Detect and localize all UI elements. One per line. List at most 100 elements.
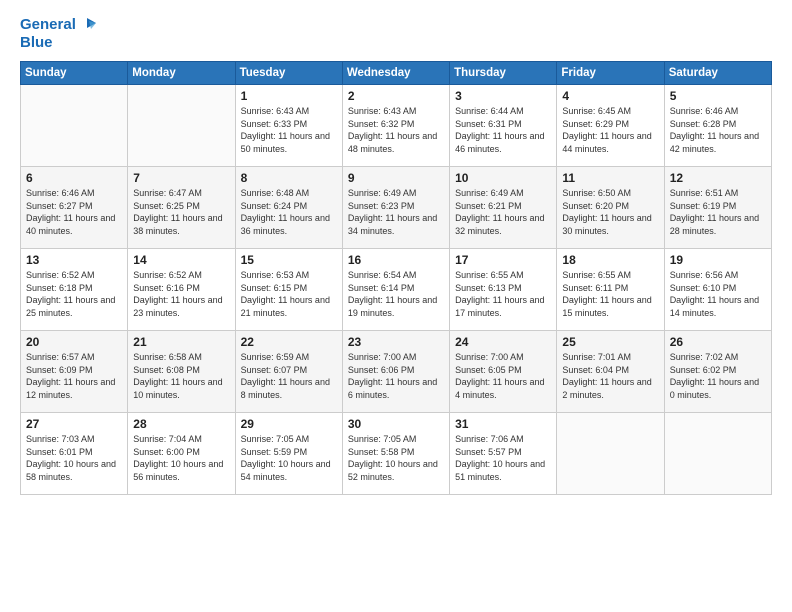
- calendar-cell: 2Sunrise: 6:43 AMSunset: 6:32 PMDaylight…: [342, 85, 449, 167]
- calendar-cell: 6 Sunrise: 6:46 AMSunset: 6:27 PMDaylight…: [21, 167, 128, 249]
- calendar-cell: 7 Sunrise: 6:47 AMSunset: 6:25 PMDaylight…: [128, 167, 235, 249]
- calendar-cell: 27 Sunrise: 7:03 AMSunset: 6:01 PMDayligh…: [21, 413, 128, 495]
- cell-info: Sunrise: 7:06 AMSunset: 5:57 PMDaylight:…: [455, 434, 545, 482]
- calendar-cell: 4 Sunrise: 6:45 AMSunset: 6:29 PMDaylight…: [557, 85, 664, 167]
- week-row-4: 20Sunrise: 6:57 AMSunset: 6:09 PMDayligh…: [21, 331, 772, 413]
- calendar-cell: 18 Sunrise: 6:55 AMSunset: 6:11 PMDayligh…: [557, 249, 664, 331]
- calendar-cell: 16 Sunrise: 6:54 AMSunset: 6:14 PMDayligh…: [342, 249, 449, 331]
- day-number: 5: [670, 89, 766, 103]
- day-number: 26: [670, 335, 766, 349]
- day-number: 6: [26, 171, 122, 185]
- day-number: 11: [562, 171, 658, 185]
- calendar-cell: 23 Sunrise: 7:00 AMSunset: 6:06 PMDayligh…: [342, 331, 449, 413]
- calendar-cell: 12 Sunrise: 6:51 AMSunset: 6:19 PMDayligh…: [664, 167, 771, 249]
- calendar-cell: [21, 85, 128, 167]
- calendar-cell: 15 Sunrise: 6:53 AMSunset: 6:15 PMDayligh…: [235, 249, 342, 331]
- cell-info: Sunrise: 6:52 AMSunset: 6:18 PMDaylight:…: [26, 270, 115, 318]
- day-number: 15: [241, 253, 337, 267]
- calendar-cell: 14Sunrise: 6:52 AMSunset: 6:16 PMDayligh…: [128, 249, 235, 331]
- day-number: 17: [455, 253, 551, 267]
- day-number: 4: [562, 89, 658, 103]
- weekday-tuesday: Tuesday: [235, 62, 342, 85]
- cell-info: Sunrise: 6:51 AMSunset: 6:19 PMDaylight:…: [670, 188, 759, 236]
- day-number: 27: [26, 417, 122, 431]
- calendar-cell: 1Sunrise: 6:43 AMSunset: 6:33 PMDaylight…: [235, 85, 342, 167]
- cell-info: Sunrise: 7:05 AMSunset: 5:58 PMDaylight:…: [348, 434, 438, 482]
- day-number: 12: [670, 171, 766, 185]
- calendar-cell: [128, 85, 235, 167]
- calendar-cell: 17 Sunrise: 6:55 AMSunset: 6:13 PMDayligh…: [450, 249, 557, 331]
- calendar-cell: 24Sunrise: 7:00 AMSunset: 6:05 PMDayligh…: [450, 331, 557, 413]
- day-number: 8: [241, 171, 337, 185]
- weekday-friday: Friday: [557, 62, 664, 85]
- cell-info: Sunrise: 6:50 AMSunset: 6:20 PMDaylight:…: [562, 188, 651, 236]
- cell-info: Sunrise: 7:00 AMSunset: 6:05 PMDaylight:…: [455, 352, 544, 400]
- calendar-cell: 22Sunrise: 6:59 AMSunset: 6:07 PMDayligh…: [235, 331, 342, 413]
- cell-info: Sunrise: 6:58 AMSunset: 6:08 PMDaylight:…: [133, 352, 222, 400]
- calendar-cell: 26 Sunrise: 7:02 AMSunset: 6:02 PMDayligh…: [664, 331, 771, 413]
- day-number: 29: [241, 417, 337, 431]
- week-row-1: 1Sunrise: 6:43 AMSunset: 6:33 PMDaylight…: [21, 85, 772, 167]
- calendar-cell: 3 Sunrise: 6:44 AMSunset: 6:31 PMDaylight…: [450, 85, 557, 167]
- logo-general: General: [20, 16, 76, 33]
- day-number: 28: [133, 417, 229, 431]
- day-number: 19: [670, 253, 766, 267]
- cell-info: Sunrise: 7:03 AMSunset: 6:01 PMDaylight:…: [26, 434, 116, 482]
- logo-blue: Blue: [20, 34, 53, 51]
- day-number: 16: [348, 253, 444, 267]
- calendar-cell: 29 Sunrise: 7:05 AMSunset: 5:59 PMDayligh…: [235, 413, 342, 495]
- cell-info: Sunrise: 6:46 AMSunset: 6:27 PMDaylight:…: [26, 188, 115, 236]
- day-number: 25: [562, 335, 658, 349]
- calendar-cell: 13 Sunrise: 6:52 AMSunset: 6:18 PMDayligh…: [21, 249, 128, 331]
- day-number: 2: [348, 89, 444, 103]
- week-row-3: 13 Sunrise: 6:52 AMSunset: 6:18 PMDayligh…: [21, 249, 772, 331]
- weekday-wednesday: Wednesday: [342, 62, 449, 85]
- cell-info: Sunrise: 6:57 AMSunset: 6:09 PMDaylight:…: [26, 352, 115, 400]
- day-number: 3: [455, 89, 551, 103]
- calendar-cell: 20Sunrise: 6:57 AMSunset: 6:09 PMDayligh…: [21, 331, 128, 413]
- cell-info: Sunrise: 6:47 AMSunset: 6:25 PMDaylight:…: [133, 188, 222, 236]
- cell-info: Sunrise: 6:44 AMSunset: 6:31 PMDaylight:…: [455, 106, 544, 154]
- calendar-cell: 5 Sunrise: 6:46 AMSunset: 6:28 PMDaylight…: [664, 85, 771, 167]
- day-number: 13: [26, 253, 122, 267]
- cell-info: Sunrise: 6:55 AMSunset: 6:13 PMDaylight:…: [455, 270, 544, 318]
- cell-info: Sunrise: 6:55 AMSunset: 6:11 PMDaylight:…: [562, 270, 651, 318]
- cell-info: Sunrise: 7:02 AMSunset: 6:02 PMDaylight:…: [670, 352, 759, 400]
- day-number: 18: [562, 253, 658, 267]
- cell-info: Sunrise: 6:48 AMSunset: 6:24 PMDaylight:…: [241, 188, 330, 236]
- cell-info: Sunrise: 6:49 AMSunset: 6:23 PMDaylight:…: [348, 188, 437, 236]
- cell-info: Sunrise: 6:49 AMSunset: 6:21 PMDaylight:…: [455, 188, 544, 236]
- calendar-table: SundayMondayTuesdayWednesdayThursdayFrid…: [20, 61, 772, 495]
- cell-info: Sunrise: 6:56 AMSunset: 6:10 PMDaylight:…: [670, 270, 759, 318]
- weekday-header-row: SundayMondayTuesdayWednesdayThursdayFrid…: [21, 62, 772, 85]
- cell-info: Sunrise: 7:00 AMSunset: 6:06 PMDaylight:…: [348, 352, 437, 400]
- day-number: 7: [133, 171, 229, 185]
- cell-info: Sunrise: 7:01 AMSunset: 6:04 PMDaylight:…: [562, 352, 651, 400]
- calendar-cell: 10Sunrise: 6:49 AMSunset: 6:21 PMDayligh…: [450, 167, 557, 249]
- weekday-saturday: Saturday: [664, 62, 771, 85]
- weekday-thursday: Thursday: [450, 62, 557, 85]
- cell-info: Sunrise: 6:45 AMSunset: 6:29 PMDaylight:…: [562, 106, 651, 154]
- weekday-monday: Monday: [128, 62, 235, 85]
- calendar-cell: [664, 413, 771, 495]
- day-number: 21: [133, 335, 229, 349]
- calendar-cell: 8 Sunrise: 6:48 AMSunset: 6:24 PMDaylight…: [235, 167, 342, 249]
- calendar-cell: 30Sunrise: 7:05 AMSunset: 5:58 PMDayligh…: [342, 413, 449, 495]
- cell-info: Sunrise: 6:53 AMSunset: 6:15 PMDaylight:…: [241, 270, 330, 318]
- cell-info: Sunrise: 7:05 AMSunset: 5:59 PMDaylight:…: [241, 434, 331, 482]
- cell-info: Sunrise: 6:43 AMSunset: 6:33 PMDaylight:…: [241, 106, 330, 154]
- week-row-5: 27 Sunrise: 7:03 AMSunset: 6:01 PMDayligh…: [21, 413, 772, 495]
- logo-flag-icon: [78, 16, 96, 34]
- day-number: 23: [348, 335, 444, 349]
- cell-info: Sunrise: 6:59 AMSunset: 6:07 PMDaylight:…: [241, 352, 330, 400]
- day-number: 31: [455, 417, 551, 431]
- calendar-cell: 25 Sunrise: 7:01 AMSunset: 6:04 PMDayligh…: [557, 331, 664, 413]
- calendar-cell: 21 Sunrise: 6:58 AMSunset: 6:08 PMDayligh…: [128, 331, 235, 413]
- header: General Blue: [20, 16, 772, 51]
- cell-info: Sunrise: 6:54 AMSunset: 6:14 PMDaylight:…: [348, 270, 437, 318]
- calendar-cell: [557, 413, 664, 495]
- calendar-cell: 9Sunrise: 6:49 AMSunset: 6:23 PMDaylight…: [342, 167, 449, 249]
- cell-info: Sunrise: 6:46 AMSunset: 6:28 PMDaylight:…: [670, 106, 759, 154]
- calendar-cell: 11 Sunrise: 6:50 AMSunset: 6:20 PMDayligh…: [557, 167, 664, 249]
- weekday-sunday: Sunday: [21, 62, 128, 85]
